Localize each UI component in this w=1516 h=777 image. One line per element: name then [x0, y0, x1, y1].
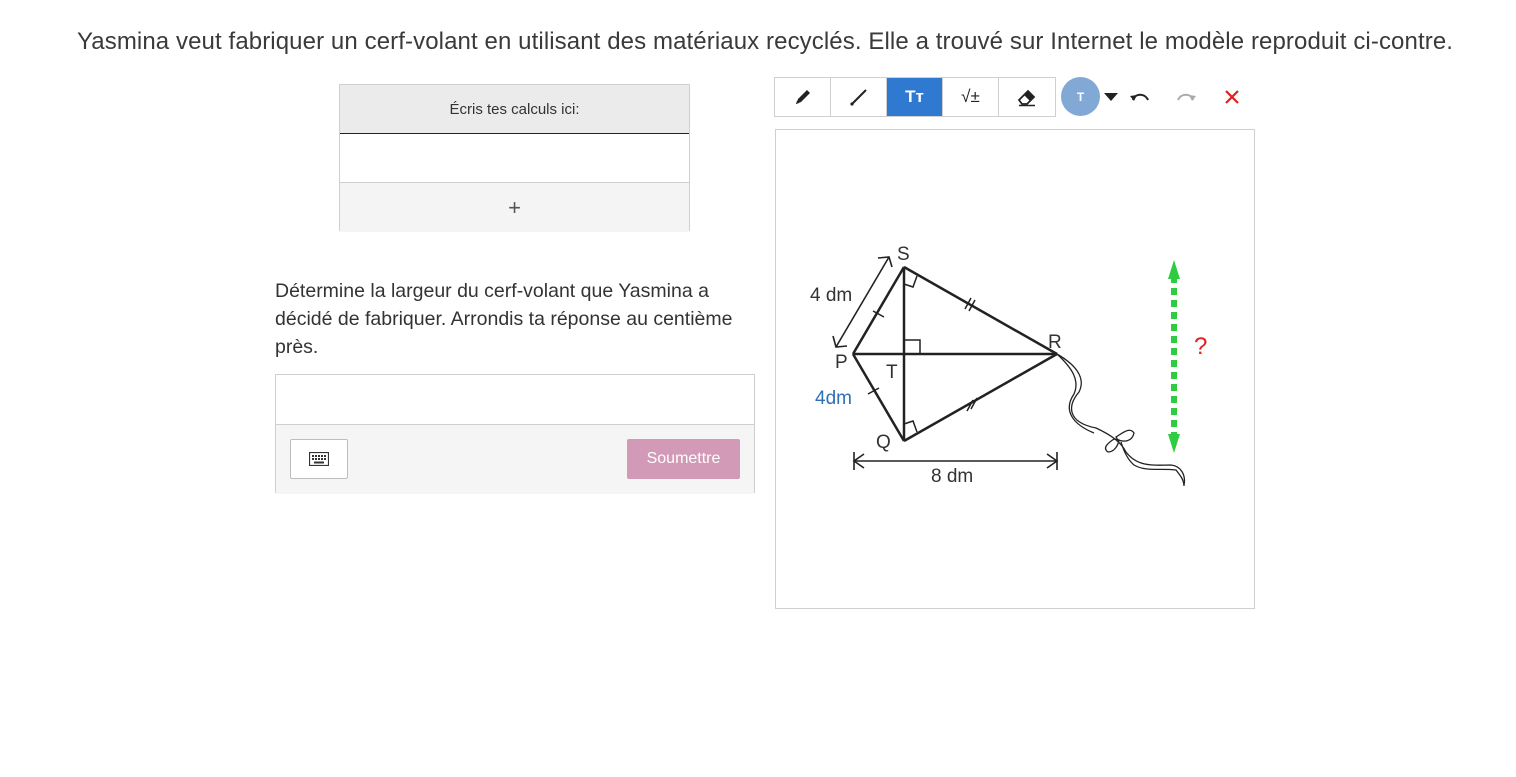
color-picker-button[interactable]: T [1061, 77, 1100, 116]
redo-icon [1177, 93, 1196, 101]
redo-button[interactable] [1166, 77, 1206, 117]
calculation-panel: Écris tes calculs ici: + [339, 84, 690, 232]
answer-input[interactable] [276, 375, 754, 425]
right-angle-t [904, 339, 921, 354]
vertex-label-r: R [1048, 332, 1062, 353]
drawing-canvas[interactable]: S R P T Q 4 dm 4dm 8 dm ? [775, 129, 1255, 609]
line-icon [849, 88, 867, 106]
length-label-pr: 8 dm [931, 466, 973, 487]
keyboard-button[interactable] [290, 439, 348, 479]
kite-tail [1056, 353, 1186, 486]
text-icon: Tт [905, 86, 924, 106]
vertex-label-s: S [897, 244, 910, 265]
sqrt-icon: √± [961, 86, 980, 106]
calculation-input[interactable] [340, 134, 689, 183]
close-icon [1225, 89, 1239, 104]
vertex-label-q: Q [876, 432, 891, 453]
undo-icon [1130, 93, 1149, 101]
question-title: Yasmina veut fabriquer un cerf-volant en… [76, 28, 1454, 55]
right-angle-q [903, 420, 918, 433]
answer-footer: Soumettre [276, 425, 754, 494]
tool-group: Tт √± [774, 76, 1056, 117]
kite-figure: S R P T Q 4 dm 4dm 8 dm ? [810, 244, 1207, 487]
add-calculation-button[interactable]: + [340, 183, 689, 232]
text-tool-button[interactable]: Tт [887, 77, 943, 116]
keyboard-icon [309, 452, 329, 466]
eraser-tool-button[interactable] [999, 78, 1055, 116]
vertex-label-p: P [835, 352, 848, 373]
question-prompt: Détermine la largeur du cerf-volant que … [275, 280, 733, 358]
pencil-tool-button[interactable] [775, 77, 831, 116]
unknown-label: ? [1194, 333, 1207, 360]
answer-box: Soumettre [275, 374, 755, 494]
chevron-down-icon[interactable] [1104, 90, 1118, 104]
line-tool-button[interactable] [831, 77, 887, 116]
eraser-icon [1017, 89, 1036, 106]
right-angle-s [903, 275, 918, 288]
calculation-panel-header: Écris tes calculs ici: [340, 85, 689, 134]
side-sp [851, 266, 906, 355]
width-arrow [1168, 260, 1180, 453]
side-qr [903, 352, 1058, 443]
close-button[interactable] [1212, 77, 1252, 117]
vertex-label-t: T [886, 362, 898, 383]
pencil-icon [795, 89, 810, 104]
length-label-ps: 4 dm [810, 285, 852, 306]
drawing-toolbar: Tт √± T [774, 76, 1252, 117]
undo-button[interactable] [1120, 77, 1160, 117]
length-label-pq: 4dm [815, 388, 852, 409]
side-sr [903, 265, 1058, 356]
math-tool-button[interactable]: √± [943, 77, 999, 116]
submit-button[interactable]: Soumettre [627, 439, 740, 479]
